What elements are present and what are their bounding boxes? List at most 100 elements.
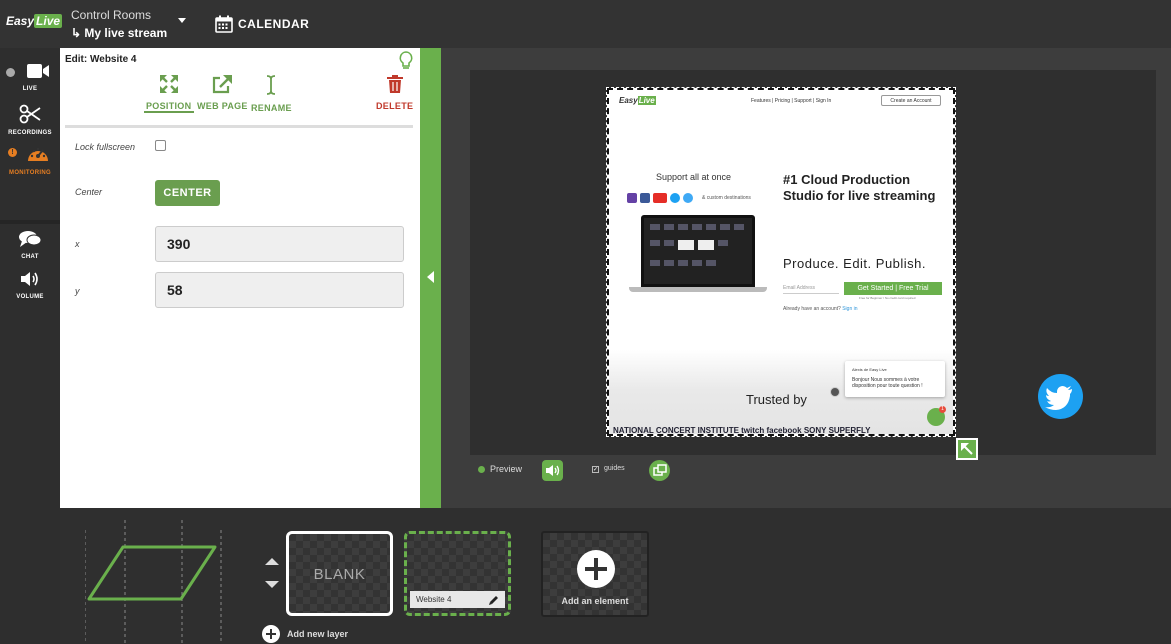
chat-message: Bonjour Nous sommes à votre disposition …: [852, 377, 923, 389]
website-email-field: Email Address: [783, 282, 839, 294]
website-layer-preview[interactable]: EasyLive Features | Pricing | Support | …: [606, 87, 956, 437]
add-layer-button[interactable]: Add new layer: [262, 625, 348, 643]
external-link-icon: [213, 75, 233, 94]
facebook-icon: [640, 193, 650, 203]
preview-controls: Preview ✓ guides: [470, 458, 1070, 482]
scissors-icon: [19, 104, 41, 124]
website-support-text: Support all at once: [656, 172, 732, 182]
lightbulb-icon[interactable]: [398, 51, 414, 71]
layer-website-4[interactable]: Website 4: [404, 531, 511, 616]
chat-icon: [19, 231, 42, 247]
nav-divider: [0, 220, 60, 224]
preview-status-dot: [478, 466, 485, 473]
center-label: Center: [75, 187, 103, 197]
expand-arrows-icon: [159, 75, 178, 93]
pencil-icon[interactable]: [488, 594, 500, 606]
website-already-account: Already have an account? Sign in: [783, 306, 858, 312]
resize-handle[interactable]: [956, 438, 978, 460]
control-rooms-label[interactable]: Control Rooms: [71, 8, 151, 22]
chevron-left-icon: [427, 271, 434, 283]
picture-in-picture-button[interactable]: [649, 460, 670, 481]
return-arrow-icon: ↳: [71, 26, 82, 40]
tab-rename[interactable]: RENAME: [251, 74, 292, 113]
layer-blank[interactable]: BLANK: [286, 531, 393, 616]
website-tagline: Produce. Edit. Publish.: [783, 256, 927, 271]
website-nav: Features | Pricing | Support | Sign In: [751, 98, 832, 104]
center-button[interactable]: CENTER: [155, 180, 220, 206]
layer-website-caption: Website 4: [410, 591, 505, 608]
speaker-icon: [546, 465, 560, 476]
stream-name: My live stream: [84, 26, 168, 40]
guides-checkbox[interactable]: ✓: [592, 466, 599, 473]
calendar-icon: [215, 15, 233, 33]
x-input[interactable]: 390: [155, 226, 404, 262]
website-logo: EasyLive: [619, 96, 656, 105]
website-chat-button: 1: [927, 406, 946, 426]
top-bar: Easy Live Control Rooms ↳ My live stream …: [0, 0, 1171, 48]
nav-volume[interactable]: VOLUME: [0, 270, 60, 300]
website-free-note: Free for Beginner / No credit card requi…: [859, 296, 916, 300]
nav-chat[interactable]: CHAT: [0, 230, 60, 260]
add-element-label: Add an element: [561, 596, 629, 606]
preview-volume-button[interactable]: [542, 460, 563, 481]
chevron-down-icon[interactable]: [178, 18, 186, 23]
twitter-bird-icon: [1045, 386, 1072, 410]
website-cta-button: Get Started | Free Trial: [844, 282, 942, 295]
video-camera-icon: [27, 64, 49, 78]
custom-destinations-text: & custom destinations: [702, 195, 751, 201]
trash-icon: [386, 75, 403, 93]
resize-arrow-icon: [961, 443, 973, 455]
divider: [65, 125, 413, 128]
arrow-up-icon: [265, 558, 279, 565]
plus-circle-icon: [262, 625, 280, 643]
app-logo[interactable]: Easy Live: [6, 14, 63, 34]
nav-recordings[interactable]: RECORDINGS: [0, 104, 60, 136]
nav-monitoring[interactable]: MONITORING: [0, 144, 60, 176]
volume-icon: [21, 272, 38, 286]
gauge-icon: [28, 147, 48, 161]
stream-selector[interactable]: ↳ My live stream: [71, 26, 167, 40]
website-logo-live: Live: [637, 96, 656, 105]
tab-position-label: POSITION: [146, 101, 192, 111]
calendar-label: CALENDAR: [238, 17, 310, 31]
twitter-icon[interactable]: [1038, 374, 1083, 419]
calendar-button[interactable]: CALENDAR: [215, 14, 309, 34]
layer-website-label: Website 4: [416, 595, 452, 604]
arrow-down-icon: [265, 581, 279, 588]
lock-fullscreen-checkbox[interactable]: [155, 140, 166, 151]
text-cursor-icon: [267, 75, 276, 95]
collapse-panel-button[interactable]: [420, 48, 441, 508]
y-input[interactable]: 58: [155, 272, 404, 308]
website-trusted-by: Trusted by: [746, 392, 807, 407]
delete-button[interactable]: DELETE: [376, 74, 413, 111]
chat-agent-name: Alexis de Easy Live: [852, 367, 887, 372]
edit-panel: Edit: Website 4 POSITION WEB PAGE RENAME: [60, 48, 420, 508]
youtube-icon: [653, 193, 667, 203]
tab-position[interactable]: POSITION: [146, 74, 191, 111]
tab-web-page-label: WEB PAGE: [197, 101, 248, 111]
layer-blank-label: BLANK: [313, 566, 366, 583]
avatar: [830, 387, 840, 397]
nav-recordings-label: RECORDINGS: [8, 130, 52, 136]
website-headline: #1 Cloud Production Studio for live stre…: [783, 172, 936, 203]
lock-fullscreen-label: Lock fullscreen: [75, 142, 136, 152]
y-label: y: [75, 286, 80, 296]
website-create-account: Create an Account: [881, 95, 941, 106]
add-layer-label: Add new layer: [287, 629, 349, 639]
nav-monitoring-label: MONITORING: [9, 170, 51, 176]
preview-label[interactable]: Preview: [490, 464, 522, 474]
periscope-icon: [683, 193, 693, 203]
website-chat-popup: Alexis de Easy Live Bonjour Nous sommes …: [845, 361, 945, 397]
website-logo-easy: Easy: [619, 96, 638, 105]
edit-title: Edit: Website 4: [65, 54, 137, 65]
tab-web-page[interactable]: WEB PAGE: [197, 74, 248, 111]
nav-chat-label: CHAT: [21, 254, 39, 260]
layers-bar: BLANK Website 4 Add an element Add new l…: [60, 508, 1171, 644]
website-sign-in-link: Sign in: [842, 306, 858, 312]
plus-icon: [577, 550, 615, 588]
add-element-button[interactable]: Add an element: [541, 531, 649, 617]
windows-icon: [653, 464, 667, 476]
nav-live[interactable]: LIVE: [0, 62, 60, 92]
laptop-image: [629, 215, 767, 293]
layer-reorder-arrows[interactable]: [265, 558, 279, 592]
